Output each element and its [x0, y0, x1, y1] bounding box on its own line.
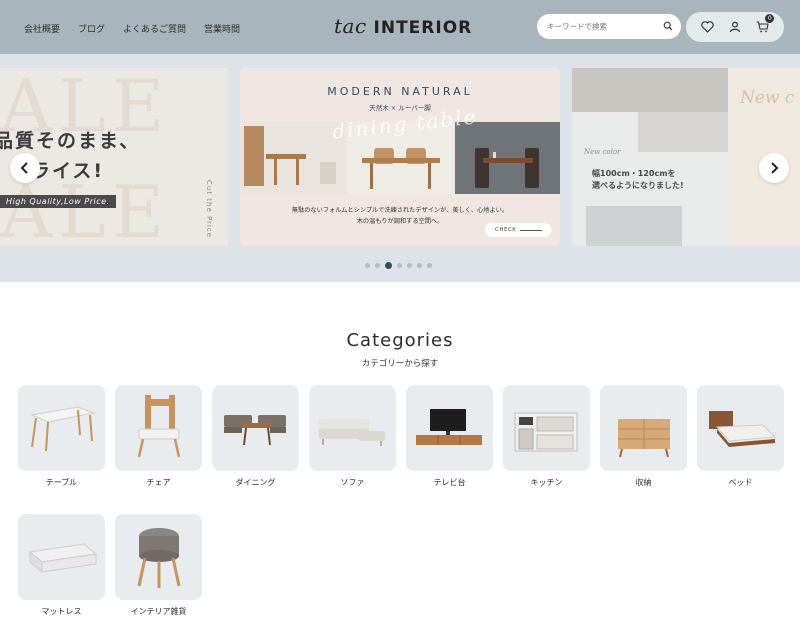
category-label: インテリア雑貨 — [130, 607, 187, 616]
category-card-interior-goods[interactable]: インテリア雑貨 — [115, 514, 202, 617]
category-card-table[interactable]: テーブル — [18, 385, 105, 488]
category-card-storage[interactable]: 収納 — [600, 385, 687, 488]
slide-headline-line-1: 品質そのまま、 — [0, 130, 141, 152]
slide-text: 幅100cm・120cmを 選べるようになりました! — [592, 168, 684, 193]
slide-vertical-text: Cut the Price — [205, 180, 213, 239]
chevron-right-icon — [771, 162, 779, 174]
nav-company[interactable]: 会社概要 — [24, 22, 60, 35]
category-label: ダイニング — [235, 478, 276, 487]
chair-image — [115, 385, 202, 471]
table-image — [18, 385, 105, 471]
category-card-bed[interactable]: ベッド — [697, 385, 784, 488]
carousel-dots — [365, 262, 432, 269]
mattress-image — [18, 514, 105, 600]
header-nav: 会社概要 ブログ よくあるご質問 営業時間 — [24, 22, 240, 35]
category-label: チェア — [146, 478, 171, 487]
carousel-dot[interactable] — [417, 263, 422, 268]
chevron-left-icon — [20, 162, 28, 174]
search-input[interactable] — [547, 22, 659, 31]
category-card-tv-stand[interactable]: テレビ台 — [406, 385, 493, 488]
category-card-mattress[interactable]: マットレス — [18, 514, 105, 617]
sofa-image — [309, 385, 396, 471]
search-icon[interactable] — [663, 21, 673, 31]
carousel-next-button[interactable] — [759, 153, 789, 183]
storage-chest-image — [600, 385, 687, 471]
category-label: ベッド — [728, 478, 753, 487]
search-box — [537, 14, 681, 39]
carousel-prev-button[interactable] — [10, 153, 40, 183]
stool-image — [115, 514, 202, 600]
carousel-dot[interactable] — [407, 263, 412, 268]
tv-stand-image — [406, 385, 493, 471]
slide-text-line-2: 選べるようになりました! — [592, 181, 684, 191]
category-card-dining[interactable]: ダイニング — [212, 385, 299, 488]
category-card-sofa[interactable]: ソファ — [309, 385, 396, 488]
slide-text-line-1: 幅100cm・120cmを — [592, 169, 676, 178]
category-label: キッチン — [530, 478, 563, 487]
kitchen-cabinet-image — [503, 385, 590, 471]
logo-script: tac — [334, 14, 367, 38]
category-card-kitchen[interactable]: キッチン — [503, 385, 590, 488]
slide-photo — [638, 112, 728, 152]
category-label: 収納 — [635, 478, 652, 487]
carousel-dot[interactable] — [427, 263, 432, 268]
slide-photo — [572, 68, 728, 112]
carousel-dot[interactable] — [375, 263, 380, 268]
hero-carousel: ALE ALE 品質そのまま、 プライス! High Quality,Low P… — [0, 54, 800, 282]
cart-icon[interactable]: 0 — [754, 14, 775, 35]
carousel-dot[interactable] — [365, 263, 370, 268]
slide-script-text: New c — [740, 88, 795, 108]
user-icon[interactable] — [727, 19, 743, 35]
category-card-chair[interactable]: チェア — [115, 385, 202, 488]
nav-blog[interactable]: ブログ — [78, 22, 105, 35]
slide-photo — [586, 206, 682, 246]
category-label: ソファ — [340, 478, 365, 487]
nav-hours[interactable]: 営業時間 — [204, 22, 240, 35]
categories-title: Categories — [346, 330, 454, 351]
slide-title: MODERN NATURAL — [327, 85, 473, 98]
logo-word: INTERIOR — [373, 18, 473, 38]
category-label: テレビ台 — [433, 478, 466, 487]
site-logo[interactable]: tac INTERIOR — [334, 14, 472, 38]
categories-subtitle: カテゴリーから探す — [361, 359, 439, 369]
bed-image — [697, 385, 784, 471]
dining-photo-1 — [240, 122, 345, 194]
slide-tagline: High Quality,Low Price. — [0, 195, 116, 208]
category-grid: テーブル チェア ダイニング ソファ テレビ台 キッチン 収納 ベッド マットレ… — [18, 385, 784, 617]
dining-set-image — [212, 385, 299, 471]
check-button[interactable]: CHECK — [485, 223, 551, 237]
carousel-dot[interactable] — [397, 263, 402, 268]
slide-subtitle: 天然木 × ルーバー脚 — [369, 104, 431, 112]
category-label: テーブル — [45, 478, 78, 487]
slide-description-line-1: 無駄のないフォルムとシンプルで洗練されたデザインが、美しく、心地よい。 — [291, 207, 509, 214]
header-icon-group: 0 — [686, 12, 784, 42]
category-label: マットレス — [41, 607, 82, 616]
new-color-badge: New color — [584, 148, 621, 156]
nav-faq[interactable]: よくあるご質問 — [123, 22, 186, 35]
cart-count-badge: 0 — [765, 14, 775, 23]
site-header: 会社概要 ブログ よくあるご質問 営業時間 tac INTERIOR 0 — [0, 0, 800, 54]
slide-modern-natural[interactable]: MODERN NATURAL 天然木 × ルーバー脚 dining table … — [240, 68, 560, 246]
carousel-dot[interactable] — [385, 262, 392, 269]
dining-photo-3 — [455, 122, 560, 194]
heart-icon[interactable] — [700, 19, 716, 35]
